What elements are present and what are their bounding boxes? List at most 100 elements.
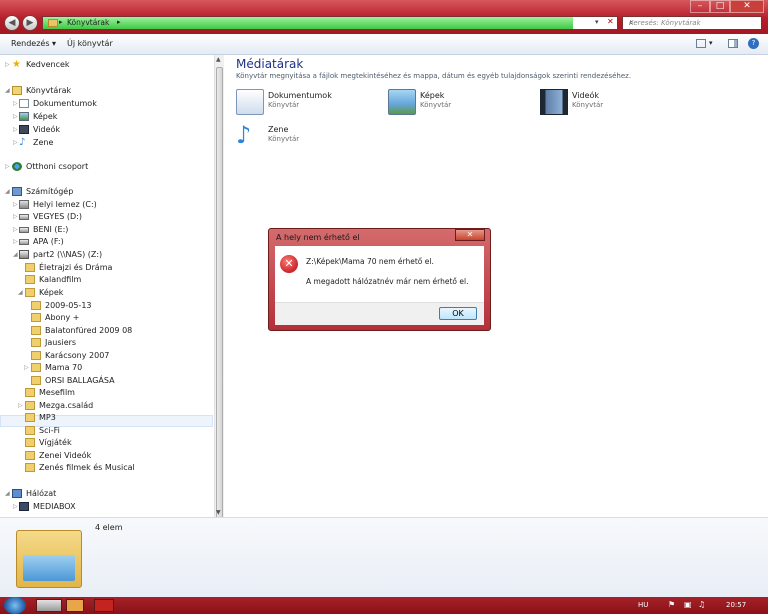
search-box[interactable]: Keresés: Könyvtárak ⌕ <box>622 16 762 30</box>
expand-arrow-icon[interactable]: ▷ <box>5 163 10 170</box>
library-documents[interactable]: Dokumentumok Könyvtár <box>236 89 386 119</box>
expand-arrow-icon[interactable]: ▷ <box>13 139 18 146</box>
library-pictures[interactable]: Képek Könyvtár <box>388 89 538 119</box>
nav-folder[interactable]: Abony + <box>31 312 80 323</box>
nav-folder-selected[interactable]: Mama 70 <box>31 362 82 373</box>
nav-label: Kalandfilm <box>39 275 82 284</box>
nav-homegroup[interactable]: Otthoni csoport <box>12 161 88 172</box>
ok-button[interactable]: OK <box>439 307 477 320</box>
close-button[interactable]: ✕ <box>730 0 764 13</box>
scroll-up-icon[interactable]: ▲ <box>216 56 221 63</box>
nav-folder[interactable]: Kalandfilm <box>25 274 81 285</box>
collapse-arrow-icon[interactable]: ◢ <box>5 87 10 94</box>
nav-drive-d[interactable]: VEGYES (D:) <box>19 211 82 222</box>
library-name: Képek <box>420 91 445 100</box>
dropdown-arrow-icon[interactable]: ▾ <box>595 18 599 26</box>
clock[interactable]: 20:57 <box>726 601 746 609</box>
taskbar-media-icon[interactable] <box>66 599 84 612</box>
expand-arrow-icon[interactable]: ▷ <box>13 238 18 245</box>
nav-folder[interactable]: ORSI BALLAGÁSA <box>31 375 115 386</box>
taskbar-explorer-icon[interactable] <box>36 599 62 612</box>
videos-icon <box>19 125 29 134</box>
nav-videos[interactable]: Videók <box>19 124 60 135</box>
folder-icon <box>31 338 41 347</box>
nav-folder[interactable]: Balatonfüred 2009 08 <box>31 325 132 336</box>
taskbar-app-icon[interactable] <box>94 599 114 612</box>
new-library-button[interactable]: Új könyvtár <box>67 39 113 48</box>
expand-arrow-icon[interactable]: ▷ <box>13 213 18 220</box>
nav-libraries[interactable]: Könyvtárak <box>12 85 71 96</box>
nav-drive-e[interactable]: BENI (E:) <box>19 224 68 235</box>
organize-button[interactable]: Rendezés ▾ <box>11 39 56 48</box>
nav-favorites[interactable]: ★ Kedvencek <box>12 59 70 70</box>
nav-music[interactable]: ♪ Zene <box>19 137 53 148</box>
network-tray-icon[interactable]: ▣ <box>684 600 692 609</box>
nav-folder[interactable]: Életrajzi és Dráma <box>25 262 112 273</box>
collapse-arrow-icon[interactable]: ◢ <box>5 188 10 195</box>
dialog-title: A hely nem érhető el <box>276 233 360 242</box>
nav-mediabox[interactable]: MEDIABOX <box>19 501 76 512</box>
volume-icon[interactable]: ♫ <box>698 600 705 609</box>
nav-folder[interactable]: MP3 <box>25 412 56 423</box>
nav-folder[interactable]: 2009-05-13 <box>31 300 92 311</box>
library-type: Könyvtár <box>268 135 300 143</box>
nav-folder[interactable]: Mezga.család <box>25 400 93 411</box>
view-options-icon[interactable] <box>696 39 706 48</box>
stop-icon[interactable]: ✕ <box>607 17 614 26</box>
expand-arrow-icon[interactable]: ▷ <box>13 503 18 510</box>
expand-arrow-icon[interactable]: ▷ <box>13 226 18 233</box>
nav-documents[interactable]: Dokumentumok <box>19 98 97 109</box>
maximize-button[interactable]: □ <box>710 0 730 13</box>
flag-icon[interactable]: ⚑ <box>668 600 675 609</box>
forward-button[interactable]: ▶ <box>22 15 38 31</box>
nav-label: Otthoni csoport <box>26 162 89 171</box>
nav-scrollbar[interactable]: ▲ ▼ <box>214 55 224 525</box>
collapse-arrow-icon[interactable]: ◢ <box>5 490 10 497</box>
address-crumb[interactable]: Könyvtárak <box>67 18 109 27</box>
help-icon[interactable]: ? <box>748 38 759 49</box>
folder-icon <box>25 426 35 435</box>
back-button[interactable]: ◀ <box>4 15 20 31</box>
address-bar[interactable]: ▸ Könyvtárak ▸ ▾ ✕ <box>42 16 618 30</box>
expand-arrow-icon[interactable]: ▷ <box>24 364 29 371</box>
nav-folder[interactable]: Mesefilm <box>25 387 75 398</box>
expand-arrow-icon[interactable]: ▷ <box>13 126 18 133</box>
expand-arrow-icon[interactable]: ▷ <box>18 402 23 409</box>
nav-folder[interactable]: Zenés filmek és Musical <box>25 462 135 473</box>
expand-arrow-icon[interactable]: ▷ <box>13 201 18 208</box>
nav-drive-c[interactable]: Helyi lemez (C:) <box>19 199 97 210</box>
nav-network[interactable]: Hálózat <box>12 488 56 499</box>
page-title: Médiatárak <box>236 57 304 71</box>
expand-arrow-icon[interactable]: ▷ <box>5 61 10 68</box>
language-indicator[interactable]: HU <box>638 601 648 609</box>
dialog-close-button[interactable]: ✕ <box>455 229 485 241</box>
start-button[interactable] <box>4 597 26 614</box>
nav-computer[interactable]: Számítógép <box>12 186 73 197</box>
expand-arrow-icon[interactable]: ▷ <box>13 113 18 120</box>
nav-drive-f[interactable]: APA (F:) <box>19 236 64 247</box>
nav-folder[interactable]: Képek <box>25 287 63 298</box>
expand-arrow-icon[interactable]: ▷ <box>13 100 18 107</box>
library-videos[interactable]: Videók Könyvtár <box>540 89 690 119</box>
library-music[interactable]: ♪ Zene Könyvtár <box>236 123 386 153</box>
navigation-pane: ▷ ★ Kedvencek ◢ Könyvtárak ▷ Dokumentumo… <box>0 55 214 517</box>
collapse-arrow-icon[interactable]: ◢ <box>13 251 18 258</box>
nav-folder[interactable]: Karácsony 2007 <box>31 350 109 361</box>
homegroup-icon <box>12 162 22 171</box>
scrollbar-thumb[interactable] <box>216 67 223 525</box>
nav-drive-z[interactable]: part2 (\\NAS) (Z:) <box>19 249 102 260</box>
view-dropdown-icon[interactable]: ▾ <box>709 39 713 47</box>
nav-label: APA (F:) <box>33 237 64 246</box>
nav-folder[interactable]: Sci-Fi <box>25 425 60 436</box>
minimize-button[interactable]: – <box>690 0 710 13</box>
scroll-down-icon[interactable]: ▼ <box>216 509 221 516</box>
nav-folder[interactable]: Jausiers <box>31 337 76 348</box>
nav-label: Sci-Fi <box>39 426 60 435</box>
command-bar: Rendezés ▾ Új könyvtár ▾ ? <box>0 34 768 55</box>
preview-pane-icon[interactable] <box>728 39 738 48</box>
chevron-right-icon[interactable]: ▸ <box>117 18 121 26</box>
nav-folder[interactable]: Zenei Videók <box>25 450 91 461</box>
nav-pictures[interactable]: Képek <box>19 111 57 122</box>
collapse-arrow-icon[interactable]: ◢ <box>18 289 23 296</box>
nav-folder[interactable]: Vígjáték <box>25 437 72 448</box>
